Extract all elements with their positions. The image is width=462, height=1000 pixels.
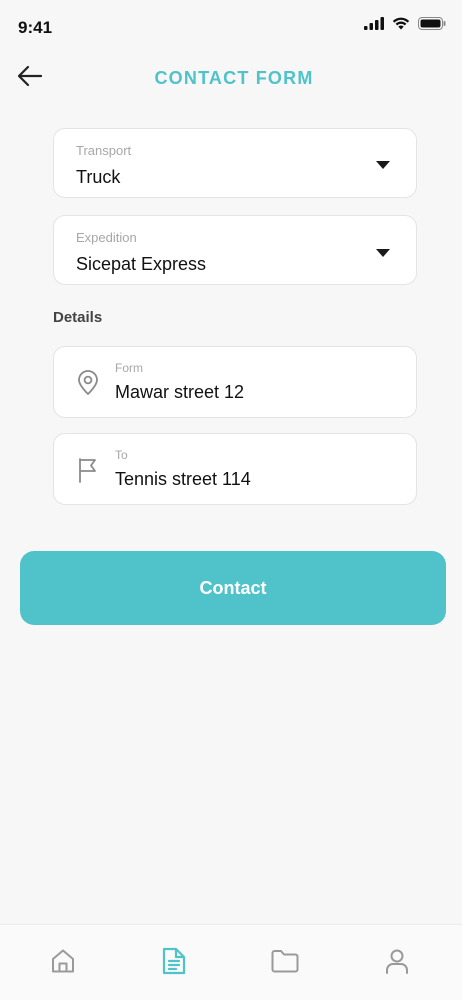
status-icons — [364, 17, 446, 35]
location-pin-icon — [76, 370, 100, 396]
to-label: To — [115, 448, 128, 462]
user-icon — [383, 947, 411, 980]
to-field[interactable]: To Tennis street 114 — [53, 433, 417, 505]
page-title: CONTACT FORM — [154, 68, 314, 88]
chevron-down-icon[interactable] — [376, 249, 390, 257]
expedition-select[interactable]: Expedition Sicepat Express — [53, 215, 417, 285]
to-value: Tennis street 114 — [115, 469, 251, 489]
from-value: Mawar street 12 — [115, 382, 245, 402]
from-label: Form — [115, 361, 143, 375]
chevron-down-icon[interactable] — [376, 161, 390, 169]
contact-button[interactable]: Contact — [20, 551, 446, 625]
bottom-nav — [0, 924, 462, 1000]
transport-value: Truck — [76, 167, 121, 187]
wifi-icon — [392, 17, 410, 35]
nav-item-folder[interactable] — [269, 947, 301, 979]
transport-label: Transport — [76, 143, 132, 158]
nav-item-home[interactable] — [47, 947, 79, 979]
status-bar: 9:41 — [0, 0, 462, 56]
expedition-label: Expedition — [76, 230, 137, 245]
nav-item-document[interactable] — [158, 947, 190, 979]
folder-icon — [270, 948, 300, 979]
flag-icon — [76, 457, 100, 483]
nav-item-profile[interactable] — [381, 947, 413, 979]
from-field[interactable]: Form Mawar street 12 — [53, 346, 417, 418]
signal-icon — [364, 17, 384, 35]
status-time: 9:41 — [18, 18, 53, 37]
battery-icon — [418, 17, 446, 35]
home-icon — [49, 947, 77, 980]
transport-select[interactable]: Transport Truck — [53, 128, 417, 198]
details-label: Details — [53, 309, 103, 326]
expedition-value: Sicepat Express — [76, 254, 207, 274]
document-icon — [161, 946, 187, 981]
